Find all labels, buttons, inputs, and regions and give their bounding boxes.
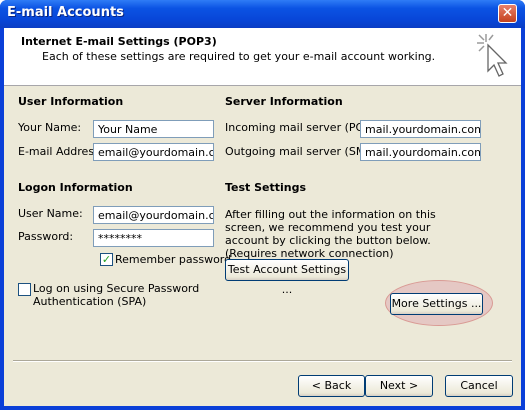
user-name-field[interactable]: email@yourdomain.com (93, 206, 214, 224)
title-bar[interactable]: E-mail Accounts ✕ (0, 0, 525, 28)
password-field[interactable]: ******** (93, 229, 214, 247)
next-button[interactable]: Next > (365, 375, 433, 397)
dialog-window: E-mail Accounts ✕ Internet E-mail Settin… (0, 0, 525, 410)
your-name-field[interactable]: Your Name (93, 120, 214, 138)
page-title: Internet E-mail Settings (POP3) (21, 35, 217, 48)
wizard-header: Internet E-mail Settings (POP3) Each of … (4, 28, 521, 86)
incoming-server-field[interactable]: mail.yourdomain.com (360, 120, 481, 138)
window-title: E-mail Accounts (7, 5, 124, 20)
email-address-label: E-mail Address: (18, 145, 104, 158)
test-settings-heading: Test Settings (225, 181, 307, 194)
remember-password-label: Remember password (115, 253, 232, 266)
wizard-cursor-icon (477, 34, 508, 77)
back-button[interactable]: < Back (298, 375, 365, 397)
server-info-heading: Server Information (225, 95, 343, 108)
test-settings-description: After filling out the information on thi… (225, 208, 436, 260)
user-name-label: User Name: (18, 207, 83, 220)
user-info-heading: User Information (18, 95, 124, 108)
footer-divider (13, 360, 512, 362)
cancel-button[interactable]: Cancel (445, 375, 513, 397)
spa-label-line2: Authentication (SPA) (33, 295, 147, 308)
remember-password-checkbox[interactable]: ✓ (100, 253, 113, 266)
close-icon: ✕ (501, 5, 514, 21)
test-account-settings-button[interactable]: Test Account Settings ... (225, 259, 349, 296)
dialog-client-area: Internet E-mail Settings (POP3) Each of … (4, 28, 521, 406)
email-address-field[interactable]: email@yourdomain.com (93, 143, 214, 161)
password-label: Password: (18, 230, 74, 243)
more-settings-button[interactable]: More Settings ... (390, 293, 483, 315)
spa-label-line1: Log on using Secure Password (33, 282, 200, 295)
your-name-label: Your Name: (18, 121, 82, 134)
outgoing-server-field[interactable]: mail.yourdomain.com (360, 143, 481, 161)
checkmark-icon: ✓ (101, 253, 112, 266)
spa-checkbox[interactable] (18, 283, 31, 296)
close-button[interactable]: ✕ (498, 4, 517, 23)
page-subtitle: Each of these settings are required to g… (42, 50, 436, 63)
logon-info-heading: Logon Information (18, 181, 133, 194)
